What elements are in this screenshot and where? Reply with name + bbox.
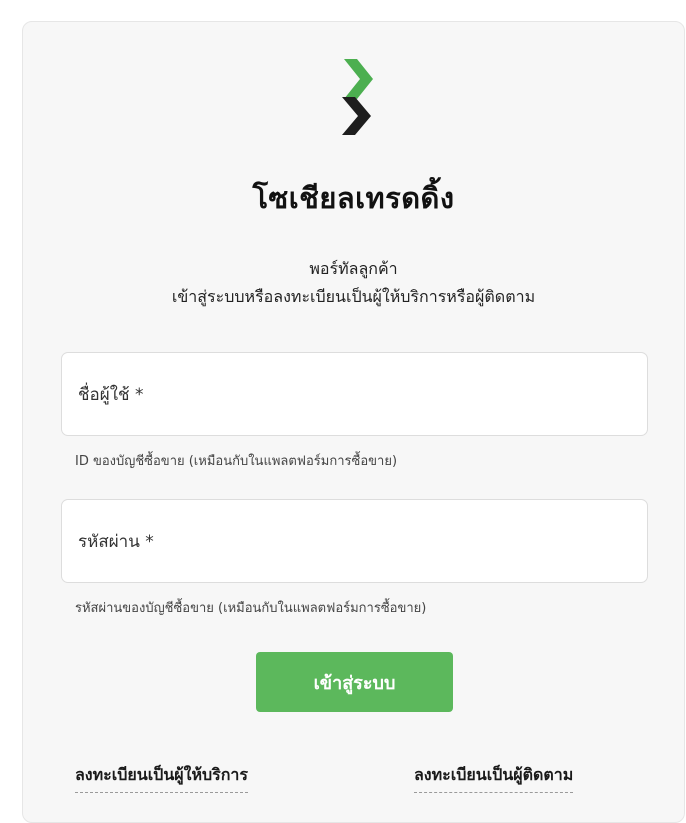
brand-name: โซเชียลเทรดดิ้ง xyxy=(252,181,455,215)
logo-dark-chevron xyxy=(342,97,371,135)
register-follower-link[interactable]: ลงทะเบียนเป็นผู้ติดตาม xyxy=(414,763,574,793)
password-field[interactable]: รหัสผ่าน * xyxy=(61,499,651,584)
username-hint: ID ของบัญชีซื้อขาย (เหมือนกับในแพลตฟอร์ม… xyxy=(75,454,398,469)
portal-instructions: เข้าสู่ระบบหรือลงทะเบียนเป็นผู้ให้บริการ… xyxy=(171,287,536,306)
password-hint: รหัสผ่านของบัญชีซื้อขาย (เหมือนกับในแพลต… xyxy=(75,601,427,616)
portal-title: พอร์ทัลลูกค้า xyxy=(309,259,398,278)
brand-logo-icon xyxy=(342,59,373,135)
register-provider-link[interactable]: ลงทะเบียนเป็นผู้ให้บริการ xyxy=(75,763,249,793)
username-input[interactable] xyxy=(62,353,651,437)
login-card: โซเชียลเทรดดิ้ง พอร์ทัลลูกค้า เข้าสู่ระบ… xyxy=(22,21,685,823)
page-subtitle: พอร์ทัลลูกค้า เข้าสู่ระบบหรือลงทะเบียนเป… xyxy=(23,255,684,311)
password-input[interactable] xyxy=(62,500,651,584)
username-field[interactable]: ชื่อผู้ใช้ * xyxy=(61,352,651,437)
login-button[interactable]: เข้าสู่ระบบ xyxy=(256,652,453,712)
logo-green-chevron xyxy=(344,59,373,99)
